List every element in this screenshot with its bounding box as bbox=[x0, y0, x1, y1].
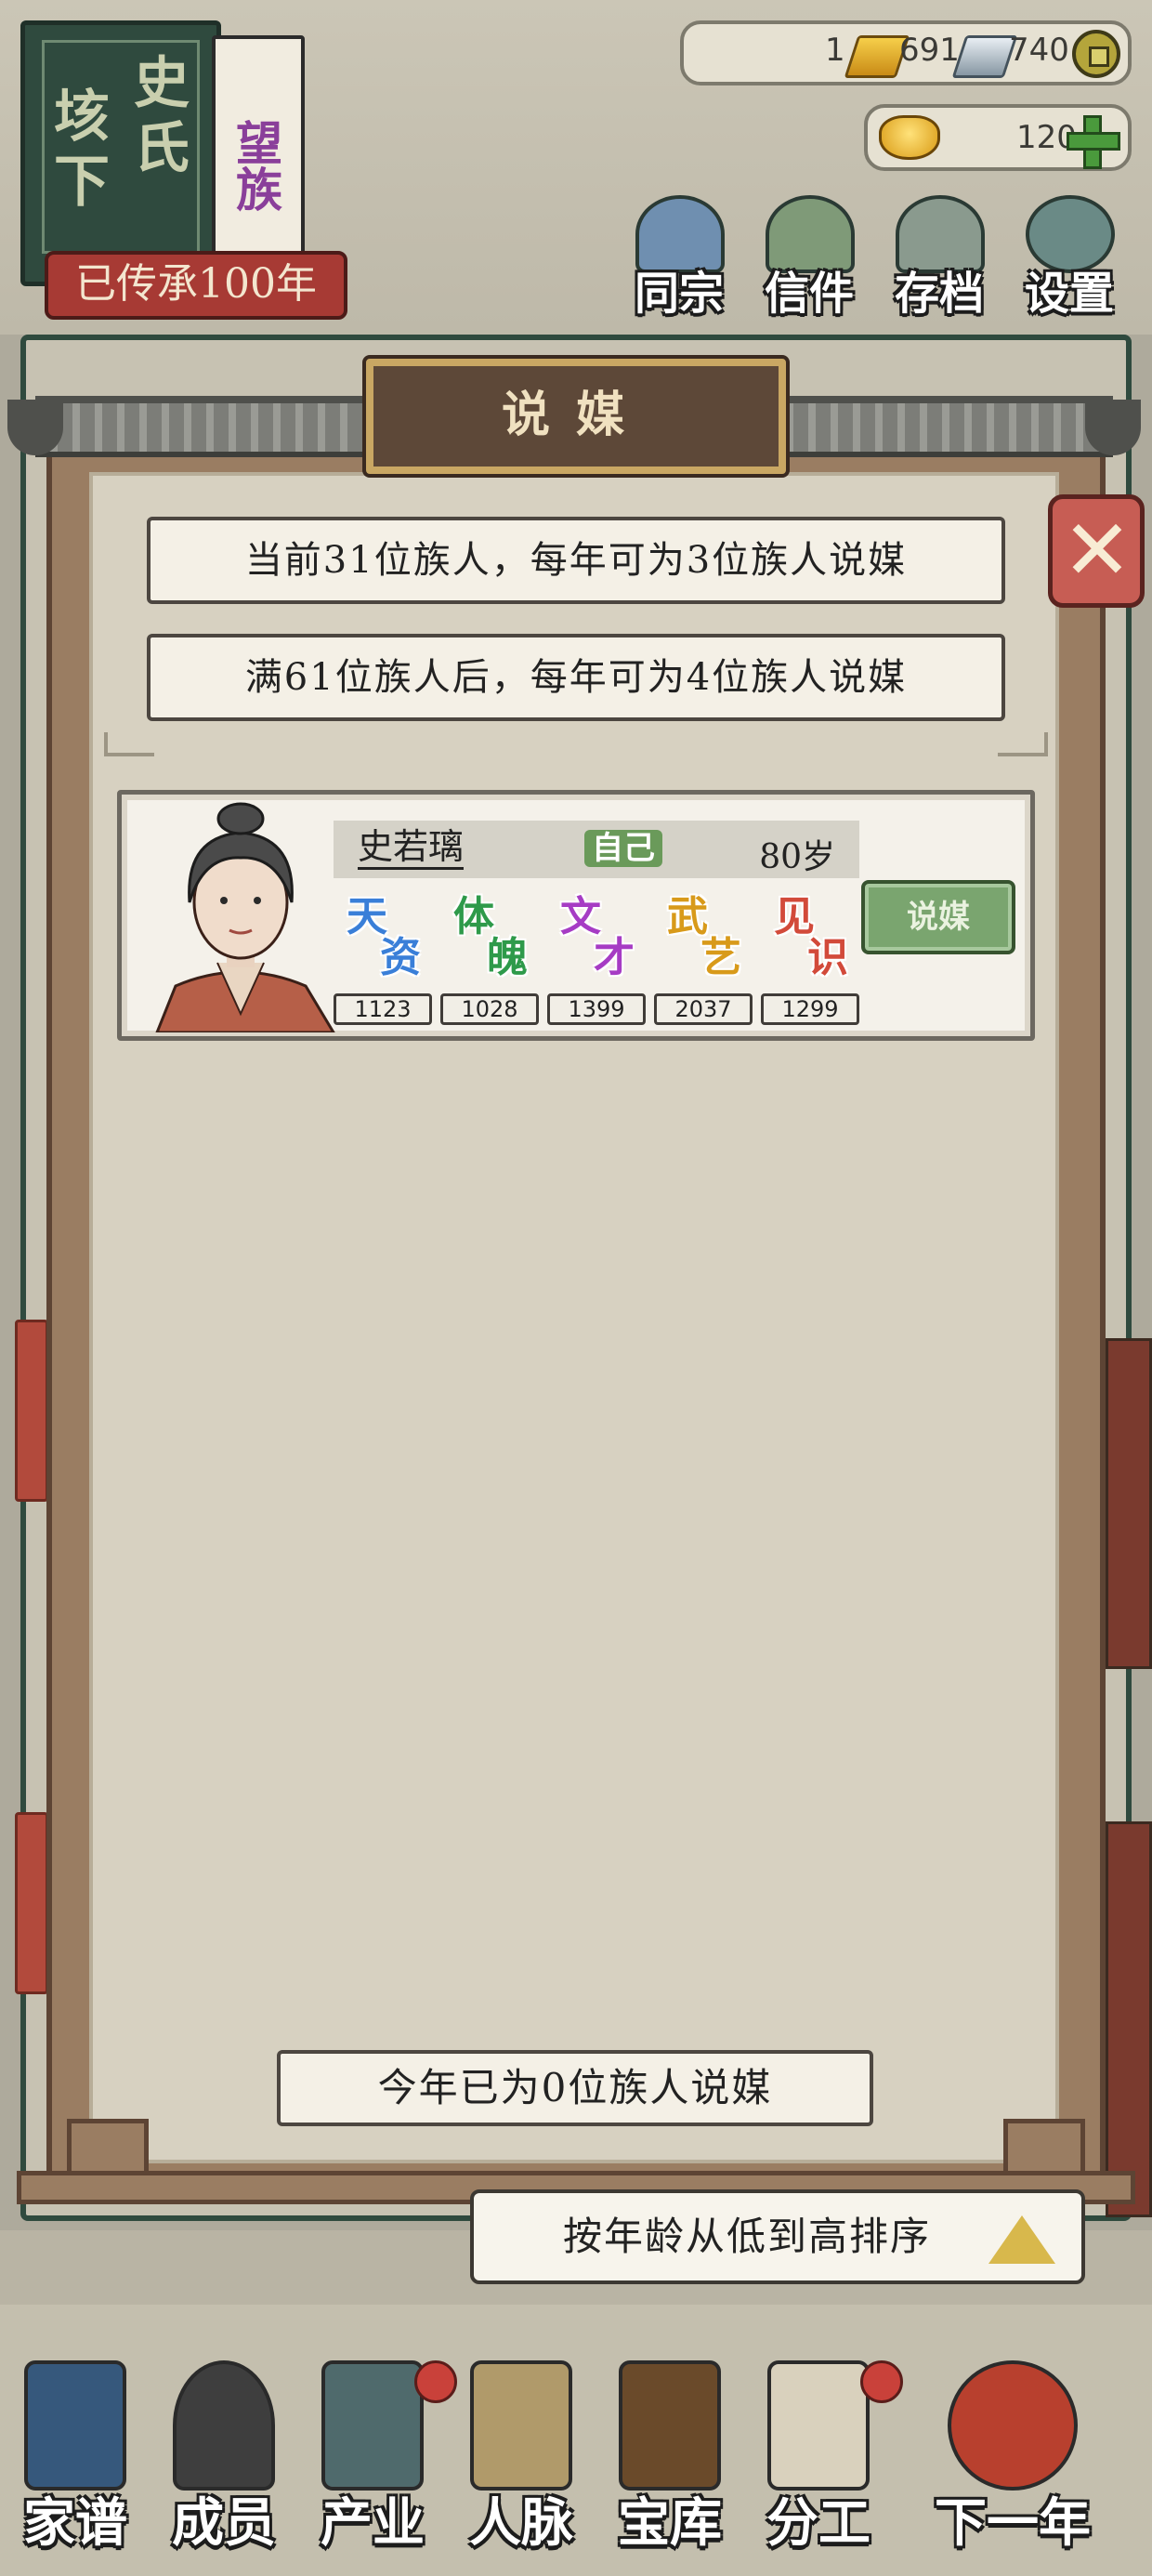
stat-char: 天 bbox=[347, 893, 387, 940]
menu-save-label: 存档 bbox=[894, 268, 984, 320]
sort-by-age-button[interactable]: 按年龄从低到高排序 bbox=[470, 2189, 1085, 2284]
member-age: 80岁 bbox=[759, 838, 835, 876]
background-side-tab bbox=[15, 1320, 48, 1502]
building-icon bbox=[321, 2360, 424, 2491]
inherit-ribbon: 已传承100年 bbox=[45, 251, 347, 320]
stat-char: 识 bbox=[807, 934, 848, 981]
nav-genealogy-label: 家谱 bbox=[23, 2492, 127, 2554]
stat-insight: 见 识 1299 bbox=[761, 897, 859, 1027]
stat-char: 文 bbox=[560, 893, 601, 940]
stat-value: 1399 bbox=[547, 993, 646, 1025]
menu-letters-button[interactable]: 信件 bbox=[749, 195, 870, 320]
menu-clan-label: 同宗 bbox=[634, 268, 724, 320]
network-icon bbox=[470, 2360, 572, 2491]
info-current-capacity: 当前31位族人，每年可为3位族人说媒 bbox=[147, 517, 1005, 604]
stat-char: 体 bbox=[453, 893, 494, 940]
member-avatar-icon bbox=[173, 2360, 275, 2491]
menu-save-button[interactable]: 存档 bbox=[879, 195, 1000, 320]
lantern-icon bbox=[948, 2360, 1078, 2491]
nav-members-label: 成员 bbox=[172, 2492, 276, 2554]
stat-char: 魄 bbox=[487, 934, 528, 981]
stat-value: 2037 bbox=[654, 993, 753, 1025]
background-side-tab bbox=[15, 1812, 48, 1994]
nav-next-year[interactable]: 下一年 bbox=[910, 2360, 1115, 2565]
stat-char: 艺 bbox=[700, 934, 741, 981]
currency-bar: 1 691 740 bbox=[680, 20, 1132, 85]
nav-genealogy[interactable]: 家谱 bbox=[6, 2360, 145, 2565]
nav-network[interactable]: 人脉 bbox=[452, 2360, 591, 2565]
clan-book-cover: 史 氏 垓 下 bbox=[20, 20, 221, 286]
nav-treasury[interactable]: 宝库 bbox=[600, 2360, 740, 2565]
gold-ingot-icon bbox=[879, 115, 940, 160]
notification-dot bbox=[860, 2360, 903, 2403]
nav-network-label: 人脉 bbox=[469, 2492, 573, 2554]
sort-label: 按年龄从低到高排序 bbox=[563, 2214, 932, 2259]
menu-letters-label: 信件 bbox=[764, 268, 854, 320]
stat-char: 资 bbox=[380, 934, 421, 981]
genealogy-book-icon bbox=[24, 2360, 126, 2491]
member-card: 史若璃 自己 80岁 天 资 1123 体 魄 1028 文 才 1399 武 … bbox=[117, 790, 1035, 1041]
close-icon: ✕ bbox=[1062, 502, 1132, 599]
clan-rank: 望族 bbox=[229, 119, 283, 219]
nav-treasury-label: 宝库 bbox=[618, 2492, 722, 2554]
menu-settings-button[interactable]: 设置 bbox=[1009, 195, 1130, 320]
ingot-bar: 120 bbox=[864, 104, 1132, 171]
info-next-capacity: 满61位族人后，每年可为4位族人说媒 bbox=[147, 634, 1005, 721]
clan-char: 垓 bbox=[54, 85, 110, 150]
stat-physique: 体 魄 1028 bbox=[440, 897, 539, 1027]
clan-char: 氏 bbox=[134, 116, 190, 181]
member-name[interactable]: 史若璃 bbox=[358, 826, 465, 870]
gold-bar-count: 691 bbox=[899, 32, 960, 69]
self-badge: 自己 bbox=[584, 830, 662, 867]
clan-char: 下 bbox=[54, 150, 110, 215]
nav-division-label: 分工 bbox=[766, 2492, 871, 2554]
nav-members[interactable]: 成员 bbox=[154, 2360, 294, 2565]
background-side-picture bbox=[1106, 1338, 1152, 1669]
stat-value: 1123 bbox=[334, 993, 432, 1025]
member-name-strip: 史若璃 自己 80岁 bbox=[334, 821, 859, 878]
panel-title: 说媒 bbox=[501, 387, 650, 443]
treasure-box-icon bbox=[619, 2360, 721, 2491]
stat-char: 才 bbox=[594, 934, 635, 981]
clan-rank-text: 望族 bbox=[229, 119, 283, 212]
stat-value: 1299 bbox=[761, 993, 859, 1025]
clan-rank-pages: 望族 bbox=[212, 35, 305, 268]
menu-clan-button[interactable]: 同宗 bbox=[619, 195, 740, 320]
stat-martial: 武 艺 2037 bbox=[654, 897, 753, 1027]
stat-value: 1028 bbox=[440, 993, 539, 1025]
nav-property-label: 产业 bbox=[321, 2492, 425, 2554]
add-ingot-icon[interactable] bbox=[1067, 115, 1120, 169]
matchmaking-panel bbox=[89, 472, 1059, 2163]
clan-char: 史 bbox=[134, 51, 190, 116]
stat-char: 见 bbox=[774, 893, 815, 940]
nav-next-year-label: 下一年 bbox=[935, 2492, 1091, 2554]
silver-bar-icon bbox=[951, 35, 1018, 78]
copper-coin-icon bbox=[1072, 30, 1120, 78]
panel-title-plate: 说媒 bbox=[366, 359, 786, 474]
stat-literary: 文 才 1399 bbox=[547, 897, 646, 1027]
close-button[interactable]: ✕ bbox=[1048, 494, 1145, 608]
matchmake-button[interactable]: 说媒 bbox=[861, 880, 1015, 954]
stat-char: 武 bbox=[667, 893, 708, 940]
divider bbox=[104, 732, 1048, 756]
matchmake-count: 今年已为0位族人说媒 bbox=[277, 2050, 873, 2126]
gold-count: 1 bbox=[825, 32, 845, 69]
stat-talent: 天 资 1123 bbox=[334, 897, 432, 1027]
sort-ascending-icon bbox=[988, 2215, 1055, 2264]
member-portrait bbox=[155, 802, 335, 1032]
scroll-icon bbox=[767, 2360, 870, 2491]
silver-bar-count: 740 bbox=[1009, 32, 1069, 69]
menu-settings-label: 设置 bbox=[1024, 268, 1114, 320]
